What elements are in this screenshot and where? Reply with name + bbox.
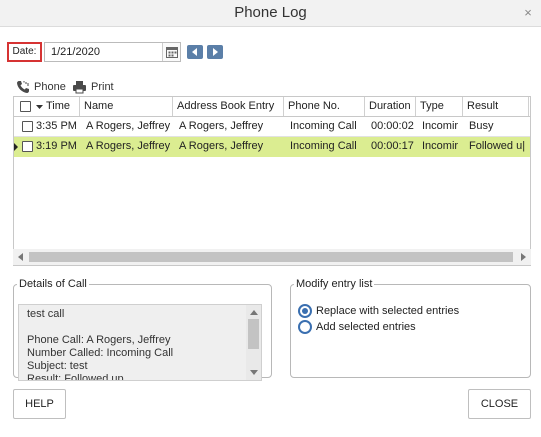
table-row[interactable]: 3:35 PM A Rogers, Jeffrey A Rogers, Jeff… bbox=[14, 117, 530, 137]
cell-time: 3:19 PM bbox=[36, 140, 77, 152]
scroll-thumb[interactable] bbox=[248, 319, 259, 349]
scroll-down-icon[interactable] bbox=[250, 370, 258, 375]
cell-address-book-entry: A Rogers, Jeffrey bbox=[179, 140, 264, 152]
call-log-table: Time Name Address Book Entry Phone No. D… bbox=[13, 96, 531, 266]
details-legend: Details of Call bbox=[19, 278, 87, 290]
cell-address-book-entry: A Rogers, Jeffrey bbox=[179, 120, 264, 132]
details-textarea[interactable]: test call Phone Call: A Rogers, Jeffrey … bbox=[18, 304, 262, 381]
current-row-indicator-icon bbox=[14, 142, 18, 152]
sort-desc-icon bbox=[36, 105, 43, 109]
modify-entry-list-group: Modify entry list Replace with selected … bbox=[290, 278, 531, 378]
date-label: Date: bbox=[7, 42, 42, 62]
previous-day-button[interactable] bbox=[187, 45, 203, 59]
cell-duration: 00:00:02 bbox=[371, 120, 414, 132]
vertical-scrollbar[interactable] bbox=[246, 305, 261, 380]
column-header-phone-no[interactable]: Phone No. bbox=[284, 97, 365, 116]
phone-label: Phone bbox=[34, 81, 66, 93]
details-text: test call Phone Call: A Rogers, Jeffrey … bbox=[27, 308, 241, 381]
table-row-selected[interactable]: 3:19 PM A Rogers, Jeffrey A Rogers, Jeff… bbox=[14, 137, 530, 157]
arrow-right-icon bbox=[213, 48, 218, 56]
add-entries-radio[interactable]: Add selected entries bbox=[298, 320, 416, 334]
radio-selected-icon[interactable] bbox=[298, 304, 312, 318]
scroll-right-icon[interactable] bbox=[521, 253, 526, 261]
replace-entries-label[interactable]: Replace with selected entries bbox=[316, 305, 459, 317]
modify-legend: Modify entry list bbox=[296, 278, 373, 290]
cell-name: A Rogers, Jeffrey bbox=[86, 120, 171, 132]
add-entries-label[interactable]: Add selected entries bbox=[316, 321, 416, 333]
date-field[interactable]: 1/21/2020 bbox=[44, 42, 181, 62]
horizontal-scrollbar[interactable] bbox=[13, 249, 531, 265]
select-all-checkbox[interactable] bbox=[20, 101, 31, 112]
column-header-time[interactable]: Time bbox=[14, 97, 80, 116]
column-header-type[interactable]: Type bbox=[416, 97, 463, 116]
table-header: Time Name Address Book Entry Phone No. D… bbox=[14, 97, 530, 117]
title-bar: Phone Log × bbox=[0, 0, 541, 27]
phone-button[interactable]: Phone bbox=[16, 78, 66, 96]
cell-name: A Rogers, Jeffrey bbox=[86, 140, 171, 152]
date-value[interactable]: 1/21/2020 bbox=[51, 46, 100, 58]
details-line: Result: Followed up bbox=[27, 373, 124, 381]
close-icon[interactable]: × bbox=[521, 6, 535, 20]
cell-result: Followed u| bbox=[469, 140, 526, 152]
cell-phone-no: Incoming Call bbox=[290, 120, 357, 132]
details-line: Phone Call: A Rogers, Jeffrey bbox=[27, 334, 171, 346]
cell-phone-no: Incoming Call bbox=[290, 140, 357, 152]
window-title: Phone Log bbox=[234, 4, 307, 21]
cell-type: Incomir bbox=[422, 140, 459, 152]
column-header-duration[interactable]: Duration bbox=[365, 97, 416, 116]
details-line bbox=[27, 321, 241, 334]
cell-duration: 00:00:17 bbox=[371, 140, 414, 152]
column-header-name[interactable]: Name bbox=[80, 97, 173, 116]
phone-icon bbox=[17, 81, 29, 93]
column-header-address-book-entry[interactable]: Address Book Entry bbox=[173, 97, 284, 116]
radio-unselected-icon[interactable] bbox=[298, 320, 312, 334]
cell-result: Busy bbox=[469, 120, 494, 132]
calendar-icon[interactable] bbox=[162, 43, 180, 61]
replace-entries-radio[interactable]: Replace with selected entries bbox=[298, 304, 459, 318]
cell-type: Incomir bbox=[422, 120, 459, 132]
arrow-left-icon bbox=[192, 48, 197, 56]
close-button[interactable]: CLOSE bbox=[468, 389, 531, 419]
cell-time: 3:35 PM bbox=[36, 120, 77, 132]
scroll-thumb[interactable] bbox=[29, 252, 513, 262]
scroll-left-icon[interactable] bbox=[18, 253, 23, 261]
printer-icon bbox=[73, 81, 86, 94]
print-label: Print bbox=[91, 81, 114, 93]
details-line: Number Called: Incoming Call bbox=[27, 347, 174, 359]
help-button[interactable]: HELP bbox=[13, 389, 66, 419]
details-line: Subject: test bbox=[27, 360, 88, 372]
scroll-up-icon[interactable] bbox=[250, 310, 258, 315]
column-label-time: Time bbox=[46, 100, 71, 112]
next-day-button[interactable] bbox=[207, 45, 223, 59]
print-button[interactable]: Print bbox=[72, 78, 114, 96]
details-line: test call bbox=[27, 308, 65, 320]
column-header-result[interactable]: Result bbox=[463, 97, 529, 116]
details-of-call-group: Details of Call test call Phone Call: A … bbox=[13, 278, 272, 381]
